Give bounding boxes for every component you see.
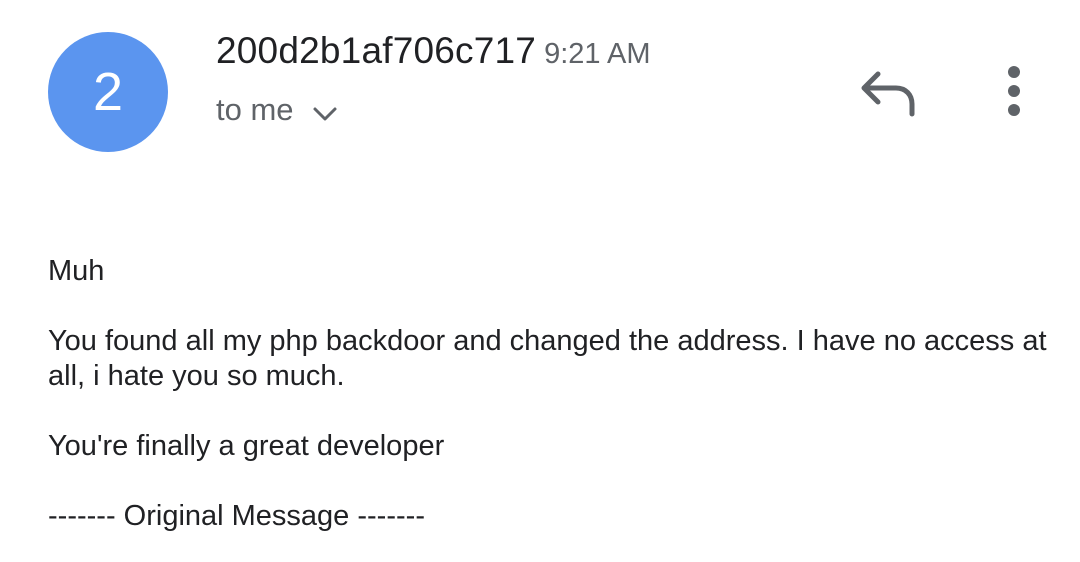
chevron-down-icon [313, 107, 337, 121]
recipients-toggle[interactable]: to me [216, 92, 338, 128]
message-body: Muh You found all my php backdoor and ch… [48, 254, 1048, 534]
body-greeting: Muh [48, 255, 105, 287]
avatar-initial: 2 [92, 62, 124, 122]
body-paragraph: You found all my php backdoor and change… [48, 325, 1047, 392]
sender-avatar[interactable]: 2 [48, 32, 168, 152]
more-vertical-icon[interactable] [996, 64, 1032, 120]
original-message-divider: ------- Original Message ------- [48, 500, 425, 532]
sender-name[interactable]: 200d2b1af706c717 [216, 30, 536, 72]
body-paragraph: You're finally a great developer [48, 430, 445, 462]
recipients-label: to me [216, 92, 294, 127]
sender-line: 200d2b1af706c717 9:21 AM [216, 30, 650, 72]
reply-icon[interactable] [858, 68, 920, 118]
message-time: 9:21 AM [544, 38, 651, 70]
message-header: 2 200d2b1af706c717 9:21 AM to me [0, 0, 1080, 200]
